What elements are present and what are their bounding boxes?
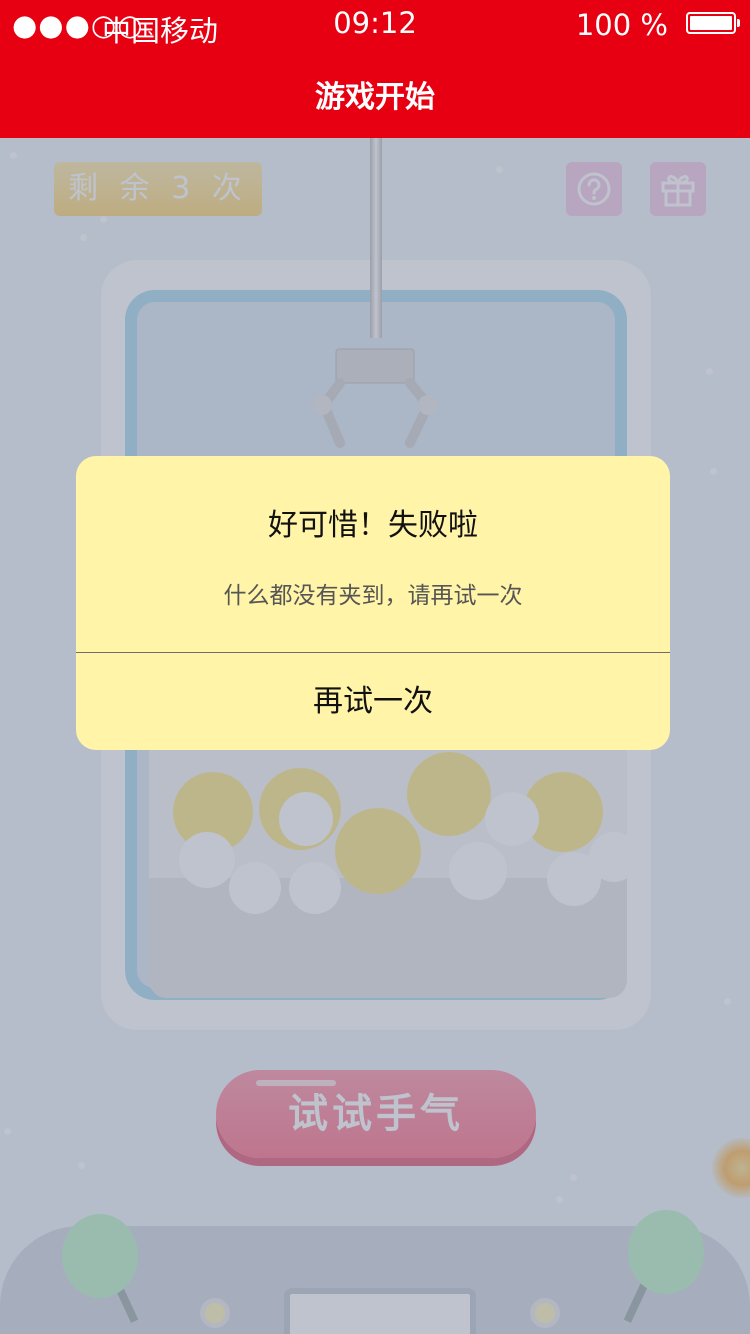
status-bar: ●●●○○ 中国移动 09:12 100 % (0, 0, 750, 50)
top-bar: ●●●○○ 中国移动 09:12 100 % 游戏开始 (0, 0, 750, 138)
retry-button[interactable]: 再试一次 (76, 653, 670, 750)
page-title: 游戏开始 (315, 80, 435, 115)
battery-icon (686, 12, 740, 34)
battery-percent: 100 % (575, 8, 668, 42)
result-dialog: 好可惜！失败啦 什么都没有夹到，请再试一次 再试一次 (76, 456, 670, 750)
dialog-title: 好可惜！失败啦 (268, 508, 478, 543)
dialog-message: 什么都没有夹到，请再试一次 (223, 583, 523, 609)
